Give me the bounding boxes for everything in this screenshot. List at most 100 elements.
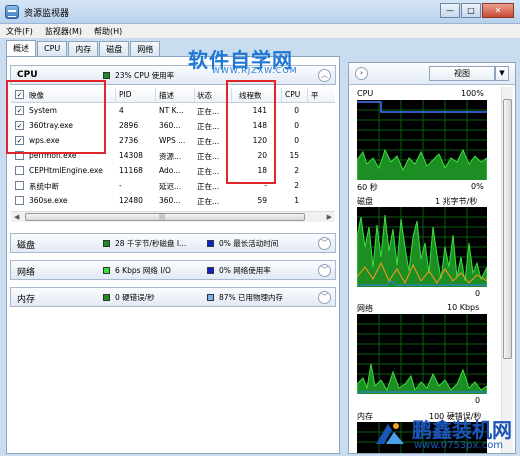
network-usage-swatch [207,267,214,274]
tab-strip: 概述 CPU 内存 磁盘 网络 [6,40,161,56]
row-checkbox[interactable] [15,181,24,190]
process-status: 正在... [197,122,220,131]
process-status: 正在... [197,167,220,176]
col-cpu[interactable]: CPU [285,90,300,99]
process-cpu: 15 [289,151,299,160]
resource-monitor-icon [5,5,19,19]
memory-graph-title: 内存 [357,412,373,421]
collapse-graphs-button[interactable]: › [355,67,368,80]
process-status: 正在... [197,152,220,161]
cpu-usage-stat: 23% CPU 使用率 [115,71,175,80]
tab-memory[interactable]: 内存 [68,41,99,56]
network-graph-min: 0 [475,396,481,405]
process-cpu: 2 [294,181,299,190]
cpu-section-title: CPU [17,70,38,80]
disk-section-title: 磁盘 [17,241,36,251]
scrollbar-thumb[interactable] [503,99,512,359]
network-graph-svg [357,314,487,394]
menu-file[interactable]: 文件(F) [0,24,39,38]
network-graph-title: 网络 [357,304,373,313]
table-row[interactable]: CEPHtmlEngine.exe 11168 Ado... 正在... 18 … [11,163,335,178]
tab-network[interactable]: 网络 [130,41,161,56]
process-pid: - [119,181,122,190]
network-section-header[interactable]: 网络 6 Kbps 网络 I/O 0% 网络使用率 ﹀ [10,260,336,280]
network-graph-max: 10 Kbps [447,303,480,312]
process-desc: 延迟... [159,182,182,191]
disk-graph-max: 1 兆字节/秒 [435,197,478,206]
process-pid: 12480 [119,196,143,205]
watermark-logo-icon [376,423,404,444]
tab-cpu[interactable]: CPU [37,41,68,56]
memory-section-header[interactable]: 内存 0 硬错误/秒 87% 已用物理内存 ﹀ [10,287,336,307]
process-name: 系统中断 [29,182,59,191]
close-button[interactable]: ✕ [482,3,514,18]
memory-expand-button[interactable]: ﹀ [318,291,331,304]
watermark-top-url: WWW.RJZXW.COM [212,66,298,75]
scroll-left-icon[interactable]: ◀ [14,213,19,221]
process-pid: 2896 [119,121,139,130]
watermark-bottom-url: www.0753px.com [414,440,504,451]
col-average[interactable]: 平 [311,90,319,101]
col-pid[interactable]: PID [119,90,132,99]
process-desc: Ado... [159,166,181,175]
network-expand-button[interactable]: ﹀ [318,264,331,277]
process-desc: 资源... [159,152,182,161]
disk-expand-button[interactable]: ﹀ [318,237,331,250]
table-horizontal-scrollbar[interactable]: ◀ ||| ▶ [11,211,335,222]
table-row[interactable]: 系统中断 - 延迟... 正在... - 2 [11,178,335,193]
row-checkbox[interactable] [15,196,24,205]
network-activity-graph [357,314,487,394]
minimize-button[interactable]: — [440,3,460,18]
cpu-graph-svg [357,100,487,180]
disk-active-swatch [207,240,214,247]
disk-io-stat: 28 千字节/秒磁盘 I... [115,239,187,248]
process-desc: 360... [159,121,181,130]
tab-overview[interactable]: 概述 [6,40,36,56]
maximize-button[interactable]: □ [461,3,481,18]
menu-bar: 文件(F) 监视器(M) 帮助(H) [0,24,520,38]
col-status[interactable]: 状态 [197,90,212,101]
watermark-bottom: 鹏鑫装机网 [412,418,512,442]
process-status: 正在... [197,107,220,116]
row-checkbox[interactable] [15,166,24,175]
cpu-usage-swatch [103,72,110,79]
network-usage-stat: 0% 网络使用率 [219,266,271,275]
col-description[interactable]: 描述 [159,90,174,101]
process-name: 360se.exe [29,196,68,205]
process-pid: 14308 [119,151,143,160]
highlight-box-process-names [6,80,106,154]
memory-faults-stat: 0 硬错误/秒 [115,293,155,302]
view-button[interactable]: 视图 [429,66,495,81]
cpu-collapse-button[interactable]: ︿ [318,69,331,82]
process-pid: 2736 [119,136,139,145]
cpu-graph-time: 60 秒 [357,183,378,192]
process-desc: WPS ... [159,136,186,145]
process-status: 正在... [197,182,220,191]
disk-io-swatch [103,240,110,247]
network-io-stat: 6 Kbps 网络 I/O [115,266,171,275]
process-cpu: 0 [294,106,299,115]
disk-section-header[interactable]: 磁盘 28 千字节/秒磁盘 I... 0% 最长活动时间 ﹀ [10,233,336,253]
menu-help[interactable]: 帮助(H) [88,24,128,38]
menu-monitor[interactable]: 监视器(M) [39,24,88,38]
memory-faults-swatch [103,294,110,301]
table-row[interactable]: 360se.exe 12480 360... 正在... 59 1 [11,193,335,208]
process-pid: 4 [119,106,124,115]
cpu-graph-max: 100% [461,89,484,98]
disk-activity-graph [357,207,487,287]
graphs-vertical-scrollbar[interactable] [501,87,513,453]
process-threads: 59 [257,196,267,205]
graphs-panel: › 视图 ▼ CPU 100% 60 秒 0% 磁盘 1 兆字节/秒 0 网络 … [348,62,516,454]
process-desc: NT K... [159,106,184,115]
graphs-toolbar: › 视图 ▼ [349,63,515,85]
scroll-right-icon[interactable]: ▶ [327,213,332,221]
tab-disk[interactable]: 磁盘 [99,41,130,56]
highlight-box-thread-counts [226,80,276,184]
disk-active-stat: 0% 最长活动时间 [219,239,279,248]
view-dropdown-icon[interactable]: ▼ [495,66,509,81]
network-section-title: 网络 [17,268,36,278]
cpu-usage-graph [357,100,487,180]
network-io-swatch [103,267,110,274]
cpu-graph-min: 0% [471,182,484,191]
process-desc: 360... [159,196,181,205]
